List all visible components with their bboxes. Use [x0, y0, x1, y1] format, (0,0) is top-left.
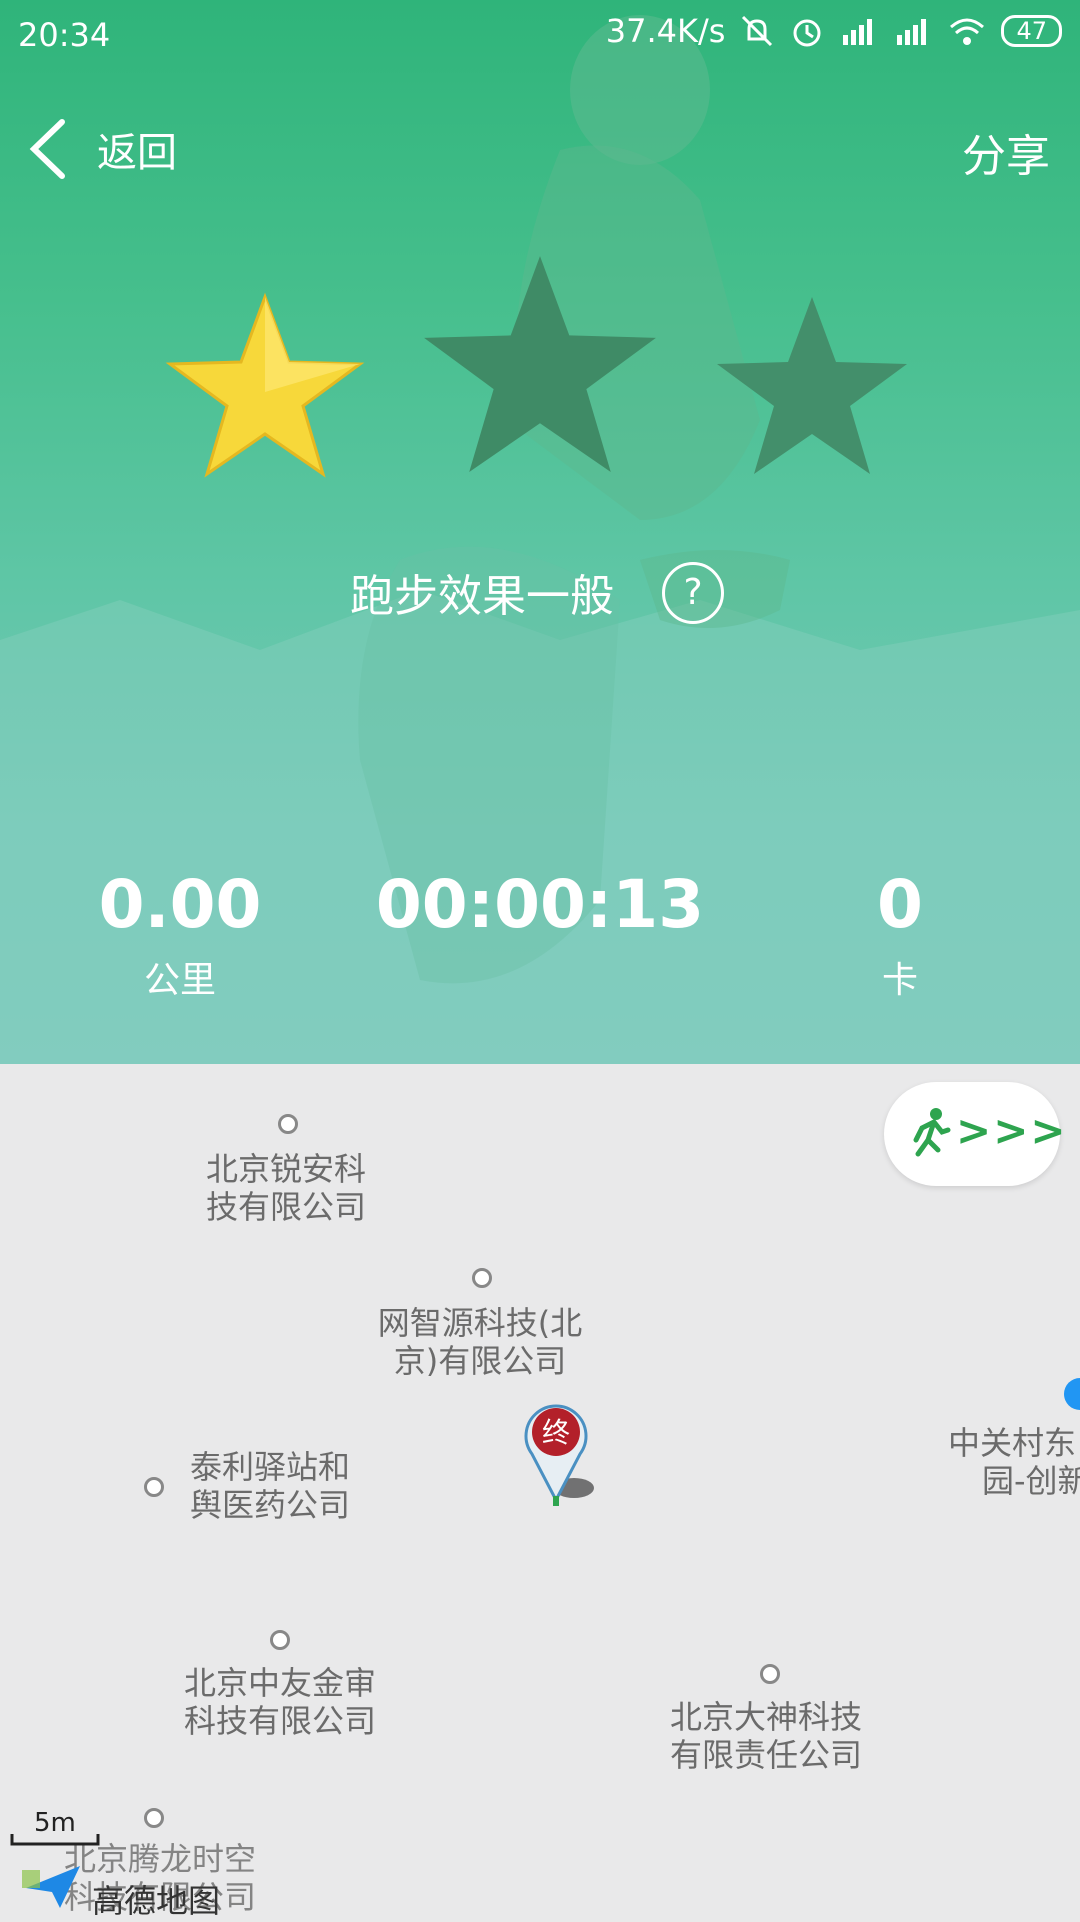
poi-marker [270, 1630, 290, 1650]
share-button[interactable]: 分享 [962, 120, 1050, 184]
distance-value: 0.00 [98, 866, 262, 943]
duration-stat: 00:00:13 [370, 866, 710, 943]
wifi-icon [950, 18, 985, 45]
poi-label: 网智源科技(北 京)有限公司 [377, 1304, 583, 1380]
distance-stat: 0.00 公里 [80, 866, 280, 1003]
resume-run-button[interactable]: >>> [884, 1082, 1066, 1186]
status-time: 20:34 [18, 16, 111, 54]
map-scale-bar [10, 1834, 100, 1846]
end-marker-icon[interactable]: 终 [522, 1396, 602, 1508]
distance-unit: 公里 [143, 960, 216, 1001]
star-empty-icon [424, 256, 656, 473]
poi-label: 北京中友金审 科技有限公司 [183, 1664, 376, 1740]
calories-unit: 卡 [881, 960, 918, 1001]
svg-text:终: 终 [542, 1416, 570, 1449]
poi-marker [472, 1268, 492, 1288]
poi-label: 泰利驿站和 舆医药公司 [189, 1448, 350, 1524]
back-button[interactable]: 返回 [97, 120, 177, 178]
poi-marker [278, 1114, 298, 1134]
run-summary-header: 20:34 37.4K/s 47 返回 分享 跑步效果一般 ? 0.00 公里 … [0, 0, 1080, 1064]
running-man-icon [913, 1108, 951, 1157]
status-icons: 37.4K/s 47 [606, 12, 1062, 50]
poi-marker [144, 1477, 164, 1497]
calories-value: 0 [877, 866, 923, 943]
poi-marker [144, 1808, 164, 1828]
poi-label: 北京锐安科 技有限公司 [205, 1150, 366, 1226]
alarm-icon [793, 19, 821, 47]
hd-signal-icon [843, 19, 873, 45]
rating-stars [0, 240, 1080, 500]
calories-stat: 0 卡 [820, 866, 980, 1003]
amap-logo-icon [22, 1866, 80, 1908]
star-empty-icon [717, 297, 907, 474]
map-logo-text: 高德地图 [92, 1882, 221, 1920]
duration-value: 00:00:13 [375, 866, 705, 943]
top-navigation: 返回 分享 [0, 100, 1080, 200]
star-filled-icon [165, 292, 365, 478]
rating-text: 跑步效果一般 [350, 571, 614, 622]
signal-icon [897, 19, 927, 45]
mute-icon [742, 15, 773, 47]
back-arrow-icon[interactable] [22, 114, 82, 184]
status-bar: 20:34 37.4K/s 47 [0, 0, 1080, 72]
network-speed: 37.4K/s [605, 12, 726, 50]
poi-label: 中关村东 园-创新 [948, 1424, 1080, 1500]
poi-label: 北京大神科技 有限责任公司 [669, 1698, 862, 1774]
help-icon[interactable]: ? [662, 562, 724, 624]
poi-marker [760, 1664, 780, 1684]
battery-icon: 47 [1001, 15, 1062, 47]
run-arrows: >>> [956, 1106, 1068, 1155]
